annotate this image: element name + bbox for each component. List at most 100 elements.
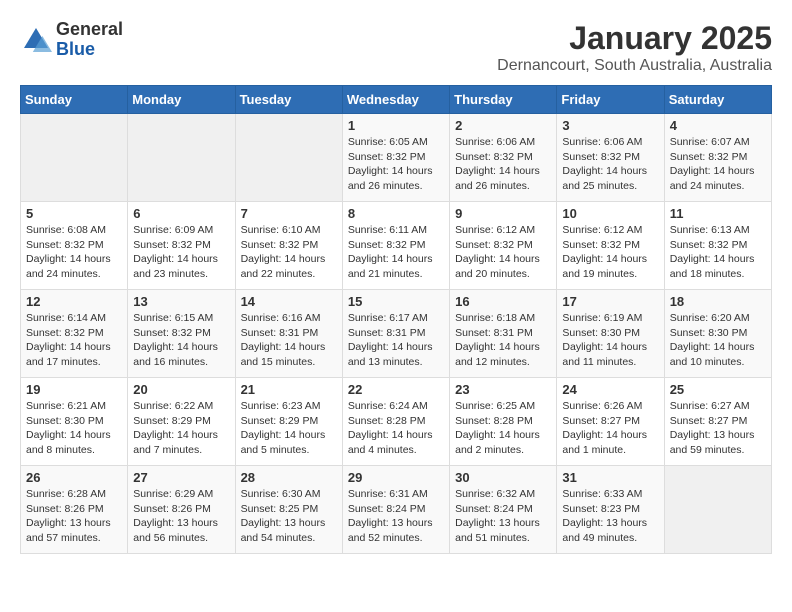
calendar-cell: 6 Sunrise: 6:09 AMSunset: 8:32 PMDaylight… xyxy=(128,202,235,290)
day-info: Sunrise: 6:12 AMSunset: 8:32 PMDaylight:… xyxy=(455,223,551,282)
calendar-cell: 3 Sunrise: 6:06 AMSunset: 8:32 PMDaylight… xyxy=(557,114,664,202)
day-info: Sunrise: 6:27 AMSunset: 8:27 PMDaylight:… xyxy=(670,399,766,458)
calendar-cell: 31 Sunrise: 6:33 AMSunset: 8:23 PMDayligh… xyxy=(557,466,664,554)
location-title: Dernancourt, South Australia, Australia xyxy=(497,57,772,75)
calendar-cell: 9 Sunrise: 6:12 AMSunset: 8:32 PMDaylight… xyxy=(450,202,557,290)
weekday-header-wednesday: Wednesday xyxy=(342,86,449,114)
day-number: 25 xyxy=(670,382,766,397)
day-number: 29 xyxy=(348,470,444,485)
calendar-cell: 29 Sunrise: 6:31 AMSunset: 8:24 PMDayligh… xyxy=(342,466,449,554)
logo: General Blue xyxy=(20,20,123,60)
calendar-cell: 7 Sunrise: 6:10 AMSunset: 8:32 PMDaylight… xyxy=(235,202,342,290)
calendar-cell: 1 Sunrise: 6:05 AMSunset: 8:32 PMDaylight… xyxy=(342,114,449,202)
week-row-2: 5 Sunrise: 6:08 AMSunset: 8:32 PMDaylight… xyxy=(21,202,772,290)
month-title: January 2025 xyxy=(497,20,772,57)
calendar-cell: 2 Sunrise: 6:06 AMSunset: 8:32 PMDaylight… xyxy=(450,114,557,202)
day-info: Sunrise: 6:05 AMSunset: 8:32 PMDaylight:… xyxy=(348,135,444,194)
calendar-cell: 13 Sunrise: 6:15 AMSunset: 8:32 PMDayligh… xyxy=(128,290,235,378)
calendar-cell: 25 Sunrise: 6:27 AMSunset: 8:27 PMDayligh… xyxy=(664,378,771,466)
day-number: 21 xyxy=(241,382,337,397)
day-number: 19 xyxy=(26,382,122,397)
day-number: 30 xyxy=(455,470,551,485)
day-number: 27 xyxy=(133,470,229,485)
day-number: 9 xyxy=(455,206,551,221)
day-info: Sunrise: 6:22 AMSunset: 8:29 PMDaylight:… xyxy=(133,399,229,458)
day-info: Sunrise: 6:11 AMSunset: 8:32 PMDaylight:… xyxy=(348,223,444,282)
calendar-cell: 20 Sunrise: 6:22 AMSunset: 8:29 PMDayligh… xyxy=(128,378,235,466)
weekday-header-thursday: Thursday xyxy=(450,86,557,114)
header: General Blue January 2025 Dernancourt, S… xyxy=(20,20,772,75)
day-info: Sunrise: 6:12 AMSunset: 8:32 PMDaylight:… xyxy=(562,223,658,282)
day-info: Sunrise: 6:15 AMSunset: 8:32 PMDaylight:… xyxy=(133,311,229,370)
calendar-cell: 18 Sunrise: 6:20 AMSunset: 8:30 PMDayligh… xyxy=(664,290,771,378)
day-info: Sunrise: 6:30 AMSunset: 8:25 PMDaylight:… xyxy=(241,487,337,546)
calendar-cell: 21 Sunrise: 6:23 AMSunset: 8:29 PMDayligh… xyxy=(235,378,342,466)
calendar-cell: 10 Sunrise: 6:12 AMSunset: 8:32 PMDayligh… xyxy=(557,202,664,290)
day-number: 13 xyxy=(133,294,229,309)
weekday-header-monday: Monday xyxy=(128,86,235,114)
calendar-cell: 17Sunrise: 6:19 AMSunset: 8:30 PMDayligh… xyxy=(557,290,664,378)
calendar-cell: 22 Sunrise: 6:24 AMSunset: 8:28 PMDayligh… xyxy=(342,378,449,466)
day-number: 17 xyxy=(562,294,658,309)
day-info: Sunrise: 6:13 AMSunset: 8:32 PMDaylight:… xyxy=(670,223,766,282)
day-number: 5 xyxy=(26,206,122,221)
day-info: Sunrise: 6:32 AMSunset: 8:24 PMDaylight:… xyxy=(455,487,551,546)
day-info: Sunrise: 6:07 AMSunset: 8:32 PMDaylight:… xyxy=(670,135,766,194)
day-info: Sunrise: 6:09 AMSunset: 8:32 PMDaylight:… xyxy=(133,223,229,282)
calendar-cell: 24Sunrise: 6:26 AMSunset: 8:27 PMDayligh… xyxy=(557,378,664,466)
calendar-cell: 26 Sunrise: 6:28 AMSunset: 8:26 PMDayligh… xyxy=(21,466,128,554)
week-row-4: 19 Sunrise: 6:21 AMSunset: 8:30 PMDayligh… xyxy=(21,378,772,466)
day-number: 22 xyxy=(348,382,444,397)
day-number: 20 xyxy=(133,382,229,397)
calendar-cell xyxy=(664,466,771,554)
day-info: Sunrise: 6:20 AMSunset: 8:30 PMDaylight:… xyxy=(670,311,766,370)
day-number: 14 xyxy=(241,294,337,309)
day-info: Sunrise: 6:10 AMSunset: 8:32 PMDaylight:… xyxy=(241,223,337,282)
day-number: 7 xyxy=(241,206,337,221)
calendar-cell xyxy=(21,114,128,202)
day-number: 10 xyxy=(562,206,658,221)
day-number: 6 xyxy=(133,206,229,221)
day-number: 18 xyxy=(670,294,766,309)
calendar-cell: 15Sunrise: 6:17 AMSunset: 8:31 PMDayligh… xyxy=(342,290,449,378)
day-number: 8 xyxy=(348,206,444,221)
day-info: Sunrise: 6:06 AMSunset: 8:32 PMDaylight:… xyxy=(455,135,551,194)
day-number: 26 xyxy=(26,470,122,485)
day-info: Sunrise: 6:17 AMSunset: 8:31 PMDaylight:… xyxy=(348,311,444,370)
calendar-cell: 4 Sunrise: 6:07 AMSunset: 8:32 PMDaylight… xyxy=(664,114,771,202)
day-number: 3 xyxy=(562,118,658,133)
day-info: Sunrise: 6:26 AMSunset: 8:27 PMDaylight:… xyxy=(562,399,658,458)
weekday-header-tuesday: Tuesday xyxy=(235,86,342,114)
day-number: 16 xyxy=(455,294,551,309)
calendar-cell: 27 Sunrise: 6:29 AMSunset: 8:26 PMDayligh… xyxy=(128,466,235,554)
calendar-cell: 12Sunrise: 6:14 AMSunset: 8:32 PMDayligh… xyxy=(21,290,128,378)
day-info: Sunrise: 6:31 AMSunset: 8:24 PMDaylight:… xyxy=(348,487,444,546)
day-info: Sunrise: 6:33 AMSunset: 8:23 PMDaylight:… xyxy=(562,487,658,546)
day-info: Sunrise: 6:21 AMSunset: 8:30 PMDaylight:… xyxy=(26,399,122,458)
title-area: January 2025 Dernancourt, South Australi… xyxy=(497,20,772,75)
day-info: Sunrise: 6:08 AMSunset: 8:32 PMDaylight:… xyxy=(26,223,122,282)
calendar-cell: 19 Sunrise: 6:21 AMSunset: 8:30 PMDayligh… xyxy=(21,378,128,466)
day-info: Sunrise: 6:29 AMSunset: 8:26 PMDaylight:… xyxy=(133,487,229,546)
day-number: 2 xyxy=(455,118,551,133)
weekday-header-sunday: Sunday xyxy=(21,86,128,114)
day-info: Sunrise: 6:14 AMSunset: 8:32 PMDaylight:… xyxy=(26,311,122,370)
day-info: Sunrise: 6:16 AMSunset: 8:31 PMDaylight:… xyxy=(241,311,337,370)
day-number: 31 xyxy=(562,470,658,485)
calendar-cell: 11Sunrise: 6:13 AMSunset: 8:32 PMDayligh… xyxy=(664,202,771,290)
weekday-header-row: SundayMondayTuesdayWednesdayThursdayFrid… xyxy=(21,86,772,114)
day-number: 1 xyxy=(348,118,444,133)
day-info: Sunrise: 6:25 AMSunset: 8:28 PMDaylight:… xyxy=(455,399,551,458)
day-number: 4 xyxy=(670,118,766,133)
day-info: Sunrise: 6:06 AMSunset: 8:32 PMDaylight:… xyxy=(562,135,658,194)
weekday-header-saturday: Saturday xyxy=(664,86,771,114)
logo-blue-text: Blue xyxy=(56,40,123,60)
day-info: Sunrise: 6:18 AMSunset: 8:31 PMDaylight:… xyxy=(455,311,551,370)
logo-general-text: General xyxy=(56,20,123,40)
day-info: Sunrise: 6:24 AMSunset: 8:28 PMDaylight:… xyxy=(348,399,444,458)
week-row-3: 12Sunrise: 6:14 AMSunset: 8:32 PMDayligh… xyxy=(21,290,772,378)
day-info: Sunrise: 6:28 AMSunset: 8:26 PMDaylight:… xyxy=(26,487,122,546)
day-info: Sunrise: 6:23 AMSunset: 8:29 PMDaylight:… xyxy=(241,399,337,458)
week-row-5: 26 Sunrise: 6:28 AMSunset: 8:26 PMDayligh… xyxy=(21,466,772,554)
calendar-cell: 14 Sunrise: 6:16 AMSunset: 8:31 PMDayligh… xyxy=(235,290,342,378)
